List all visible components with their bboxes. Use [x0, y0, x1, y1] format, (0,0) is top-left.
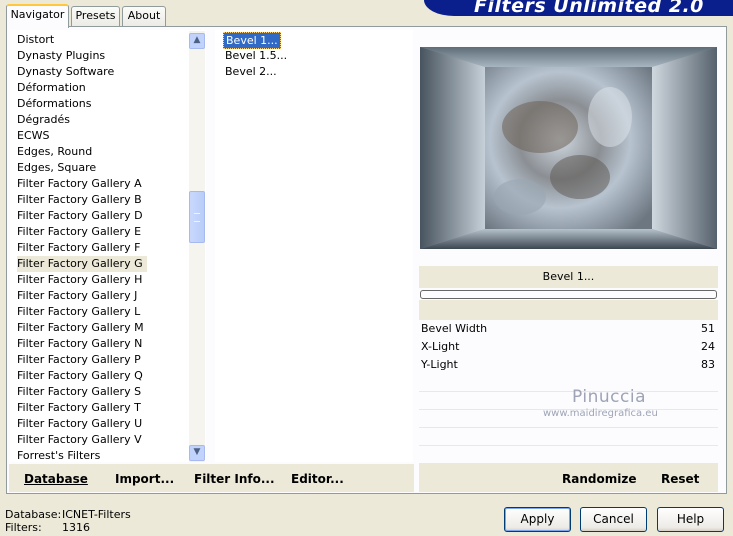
category-item[interactable]: Filter Factory Gallery F — [17, 240, 144, 256]
chevron-down-icon[interactable]: ▼ — [189, 445, 205, 461]
slider-x-light[interactable]: X-Light 24 — [419, 338, 718, 355]
filters-status-value: 1316 — [62, 521, 90, 534]
help-button[interactable]: Help — [657, 507, 724, 532]
filter-item[interactable]: Bevel 2... — [223, 64, 279, 79]
grip-icon — [194, 213, 200, 222]
database-button-label: Database — [24, 472, 88, 486]
watermark-url: www.maidiregrafica.eu — [543, 408, 658, 419]
cancel-button[interactable]: Cancel — [580, 507, 647, 532]
preview-image — [420, 47, 717, 249]
category-item[interactable]: Forrest's Filters — [17, 448, 104, 464]
slider-label: Y-Light — [421, 358, 458, 371]
category-item[interactable]: Filter Factory Gallery G — [17, 256, 147, 272]
reset-button[interactable]: Reset — [661, 472, 699, 486]
slider-value: 83 — [701, 358, 715, 371]
category-item[interactable]: Déformation — [17, 80, 90, 96]
category-item[interactable]: Filter Factory Gallery D — [17, 208, 147, 224]
sliders-header — [419, 300, 718, 320]
slider-bevel-width[interactable]: Bevel Width 51 — [419, 320, 718, 337]
tab-about[interactable]: About — [122, 6, 166, 26]
filter-info-button[interactable]: Filter Info... — [194, 472, 275, 486]
database-status-value: ICNET-Filters — [62, 508, 131, 521]
tab-navigator[interactable]: Navigator — [6, 4, 69, 28]
filter-info-button-label: Filter Info... — [194, 472, 275, 486]
database-status-label: Database: — [5, 508, 62, 521]
empty-slider-row — [419, 428, 718, 446]
slider-value: 51 — [701, 322, 715, 335]
category-list[interactable]: Distort Dynasty Plugins Dynasty Software Dé… — [10, 30, 206, 462]
category-item[interactable]: Edges, Round — [17, 144, 96, 160]
filter-list[interactable]: Bevel 1... Bevel 1.5... Bevel 2... — [215, 30, 413, 462]
category-scrollbar[interactable]: ▲ ▼ — [189, 31, 205, 462]
import-button[interactable]: Import... — [115, 472, 174, 486]
empty-slider-row — [419, 446, 718, 464]
apply-button[interactable]: Apply — [504, 507, 571, 532]
category-item[interactable]: Filter Factory Gallery N — [17, 336, 146, 352]
editor-button[interactable]: Editor... — [291, 472, 344, 486]
category-item[interactable]: Filter Factory Gallery T — [17, 400, 145, 416]
chevron-up-icon[interactable]: ▲ — [189, 33, 205, 49]
category-item[interactable]: Dégradés — [17, 112, 74, 128]
app-title: Filters Unlimited 2.0 — [474, 0, 704, 17]
filters-status-label: Filters: — [5, 521, 42, 534]
preview-bevel-graphic — [420, 47, 717, 249]
slider-y-light[interactable]: Y-Light 83 — [419, 356, 718, 373]
filter-item[interactable]: Bevel 1.5... — [223, 48, 289, 63]
category-item[interactable]: Dynasty Software — [17, 64, 118, 80]
category-item[interactable]: Filter Factory Gallery Q — [17, 368, 147, 384]
category-item[interactable]: Déformations — [17, 96, 95, 112]
category-item[interactable]: Filter Factory Gallery V — [17, 432, 146, 448]
current-filter-name: Bevel 1... — [419, 266, 718, 288]
slider-value: 24 — [701, 340, 715, 353]
watermark-name: Pinuccia — [572, 387, 646, 407]
category-item[interactable]: Filter Factory Gallery E — [17, 224, 145, 240]
category-item[interactable]: ECWS — [17, 128, 54, 144]
tab-presets[interactable]: Presets — [71, 6, 120, 26]
empty-slider-row — [419, 374, 718, 392]
category-item[interactable]: Filter Factory Gallery A — [17, 176, 146, 192]
category-item[interactable]: Filter Factory Gallery B — [17, 192, 146, 208]
slider-label: X-Light — [421, 340, 460, 353]
category-item[interactable]: Edges, Square — [17, 160, 100, 176]
category-item[interactable]: Filter Factory Gallery H — [17, 272, 146, 288]
category-item[interactable]: Filter Factory Gallery M — [17, 320, 148, 336]
import-button-label: Import... — [115, 472, 175, 486]
category-item[interactable]: Dynasty Plugins — [17, 48, 109, 64]
category-item[interactable]: Distort — [17, 32, 58, 48]
slider-label: Bevel Width — [421, 322, 488, 335]
category-item[interactable]: Filter Factory Gallery U — [17, 416, 146, 432]
editor-button-label: Editor... — [291, 472, 344, 486]
scrollbar-thumb[interactable] — [189, 191, 205, 243]
category-item[interactable]: Filter Factory Gallery P — [17, 352, 145, 368]
category-item[interactable]: Filter Factory Gallery S — [17, 384, 145, 400]
filter-item[interactable]: Bevel 1... — [223, 32, 281, 49]
database-button[interactable]: Database — [24, 472, 88, 486]
category-item[interactable]: Filter Factory Gallery L — [17, 304, 144, 320]
progress-bar — [420, 290, 717, 299]
randomize-button[interactable]: Randomize — [562, 472, 636, 486]
category-item[interactable]: Filter Factory Gallery J — [17, 288, 141, 304]
